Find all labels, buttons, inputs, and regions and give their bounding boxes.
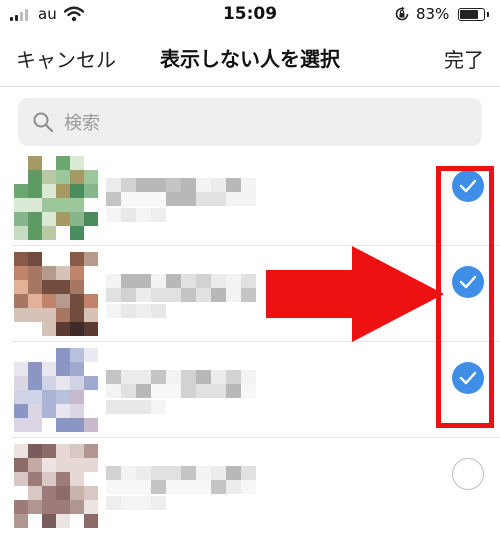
battery-percent: 83% xyxy=(416,5,450,23)
avatar xyxy=(14,252,98,336)
status-bar: au 15:09 83% xyxy=(0,0,500,30)
contact-name-blurred xyxy=(106,370,256,398)
nav-bar: キャンセル 表示しない人を選択 完了 xyxy=(0,32,500,87)
avatar xyxy=(14,444,98,528)
contact-subtitle-blurred xyxy=(106,496,166,510)
search-input[interactable] xyxy=(62,98,466,148)
orientation-lock-icon xyxy=(395,6,409,21)
contact-subtitle-blurred xyxy=(106,304,166,318)
avatar xyxy=(14,348,98,432)
list-item[interactable] xyxy=(0,342,500,438)
page-title: 表示しない人を選択 xyxy=(160,47,340,71)
contact-subtitle-blurred xyxy=(106,208,166,222)
avatar xyxy=(14,156,98,240)
contact-name-blurred xyxy=(106,178,256,206)
annotation-arrow-icon xyxy=(266,246,444,342)
search-icon xyxy=(33,112,54,133)
contact-subtitle-blurred xyxy=(106,400,166,414)
list-item[interactable] xyxy=(0,150,500,246)
contact-name-blurred xyxy=(106,466,256,494)
list-item[interactable] xyxy=(0,438,500,534)
annotation-highlight-box xyxy=(436,166,494,428)
done-button[interactable]: 完了 xyxy=(444,44,484,73)
select-checkbox[interactable] xyxy=(452,458,484,490)
contact-name-blurred xyxy=(106,274,256,302)
contact-list xyxy=(0,150,500,534)
battery-icon xyxy=(458,8,489,21)
search-bar[interactable] xyxy=(18,98,482,148)
